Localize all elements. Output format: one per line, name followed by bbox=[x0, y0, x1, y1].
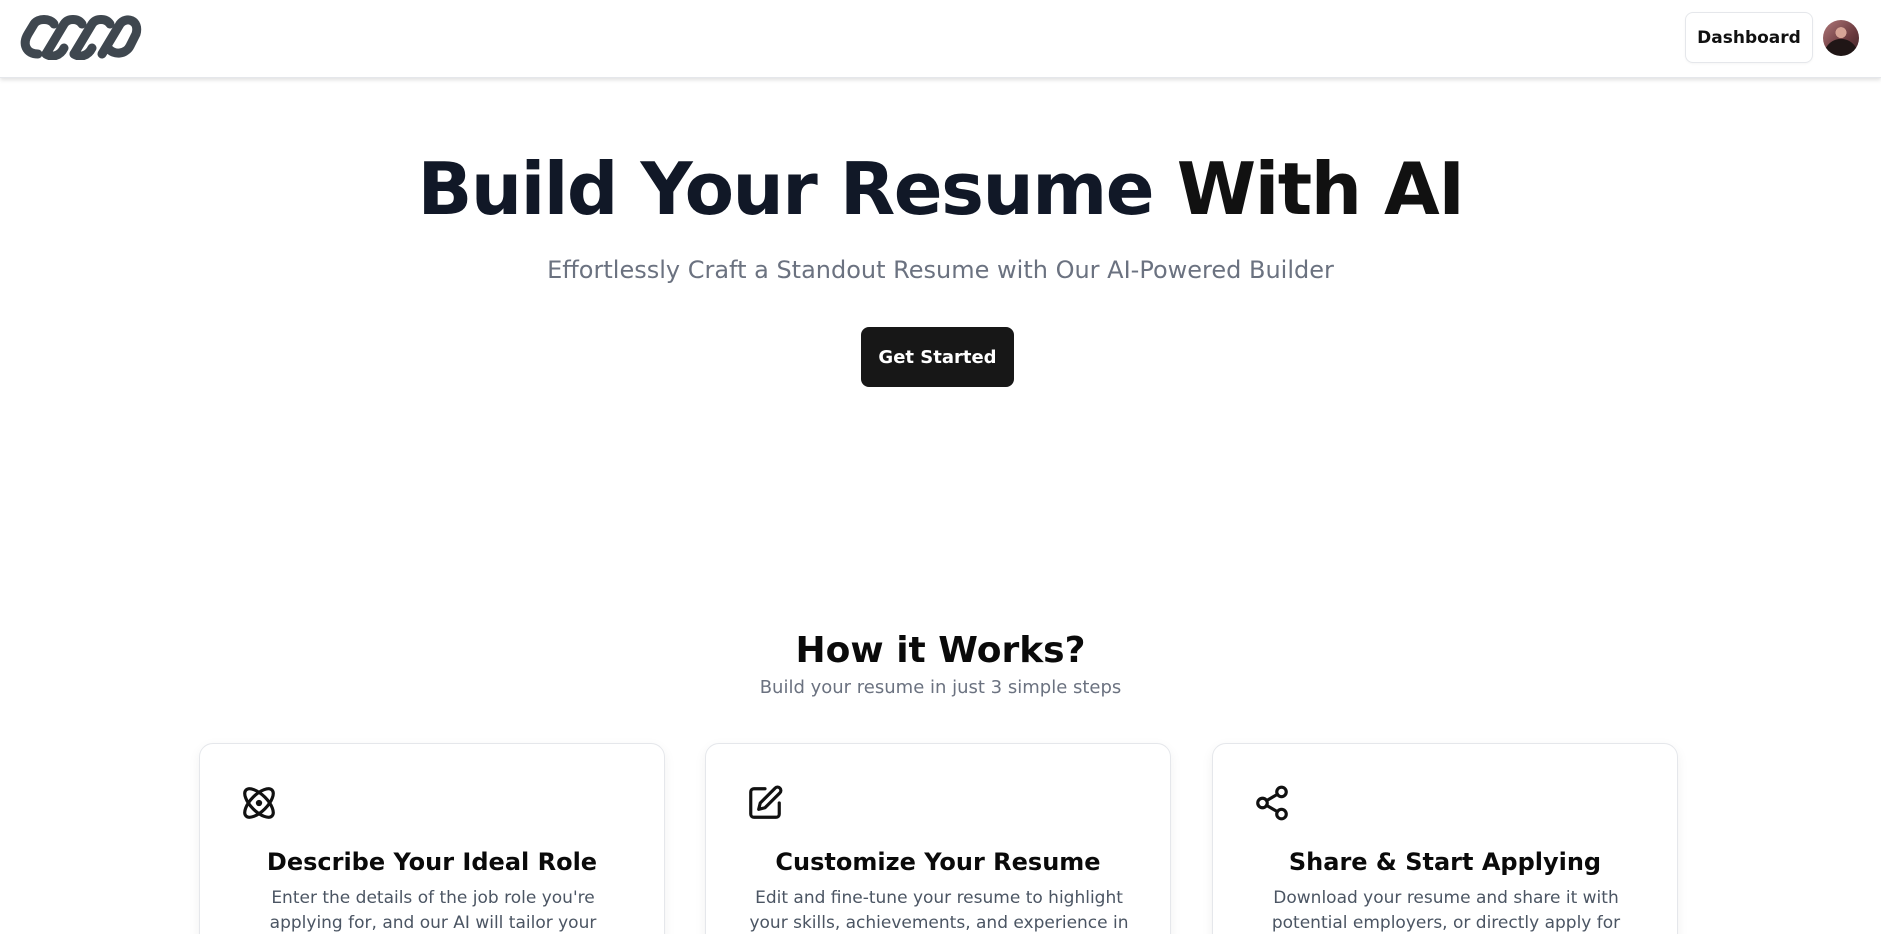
edit-icon bbox=[749, 785, 783, 819]
step-card-description: Enter the details of the job role you're… bbox=[269, 888, 597, 933]
atom-icon bbox=[243, 787, 275, 819]
share-icon bbox=[1256, 785, 1288, 821]
dashboard-button[interactable]: Dashboard bbox=[1685, 12, 1813, 63]
how-it-works-title: How it Works? bbox=[795, 630, 1086, 671]
top-navbar: Dashboard bbox=[0, 0, 1881, 78]
how-it-works-subtitle: Build your resume in just 3 simple steps bbox=[759, 677, 1122, 698]
step-card-customize-resume: Customize Your Resume Edit and fine-tune… bbox=[705, 743, 1171, 934]
hero-title-part1: Build Your Resume bbox=[417, 147, 1154, 231]
step-card-description: Download your resume and share it with p… bbox=[1271, 888, 1621, 933]
chain-link-logo[interactable] bbox=[16, 12, 142, 60]
get-started-button[interactable]: Get Started bbox=[861, 327, 1014, 387]
step-card-share-apply: Share & Start Applying Download your res… bbox=[1212, 743, 1678, 934]
hero-subtitle: Effortlessly Craft a Standout Resume wit… bbox=[547, 256, 1334, 284]
step-card-title: Share & Start Applying bbox=[1288, 848, 1602, 876]
user-avatar[interactable] bbox=[1823, 20, 1859, 56]
hero-title-part2: With AI bbox=[1176, 147, 1465, 231]
step-card-describe-role: Describe Your Ideal Role Enter the detai… bbox=[199, 743, 665, 934]
hero-title: Build Your Resume With AI bbox=[0, 147, 1881, 231]
step-card-title: Customize Your Resume bbox=[775, 848, 1101, 876]
step-card-description: Edit and fine-tune your resume to highli… bbox=[749, 888, 1129, 933]
step-card-title: Describe Your Ideal Role bbox=[266, 848, 598, 876]
